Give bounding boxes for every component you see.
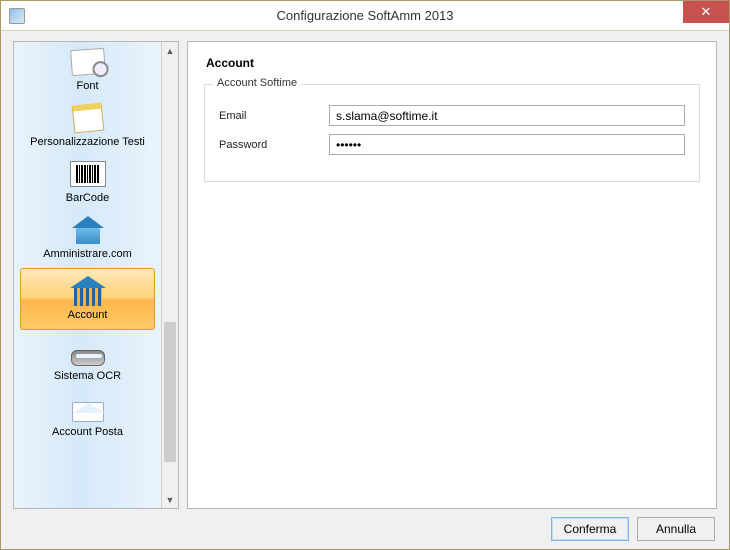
content-area: Font Personalizzazione Testi BarCode xyxy=(1,31,729,549)
email-field[interactable] xyxy=(329,105,685,126)
sidebar-item-label: Sistema OCR xyxy=(18,370,157,382)
email-label: Email xyxy=(219,110,329,122)
sidebar-item-label: Account xyxy=(25,309,150,321)
scanner-icon xyxy=(68,336,108,368)
account-icon xyxy=(68,275,108,307)
house-icon xyxy=(68,214,108,246)
scroll-thumb[interactable] xyxy=(164,322,176,462)
sidebar-container: Font Personalizzazione Testi BarCode xyxy=(13,41,179,509)
sidebar-item-label: Account Posta xyxy=(18,426,157,438)
password-label: Password xyxy=(219,139,329,151)
main-panel: Account Account Softime Email Password xyxy=(187,41,717,509)
sidebar-item-font[interactable]: Font xyxy=(14,42,161,98)
notes-icon xyxy=(68,102,108,134)
cancel-button[interactable]: Annulla xyxy=(637,517,715,541)
sidebar-item-account-posta[interactable]: Account Posta xyxy=(14,388,161,444)
window-title: Configurazione SoftAmm 2013 xyxy=(1,8,729,23)
sidebar-item-account[interactable]: Account xyxy=(20,268,155,330)
password-row: Password xyxy=(219,134,685,155)
dialog-footer: Conferma Annulla xyxy=(13,509,717,541)
confirm-button[interactable]: Conferma xyxy=(551,517,629,541)
sidebar-item-personalizzazione-testi[interactable]: Personalizzazione Testi xyxy=(14,98,161,154)
sidebar-item-label: Amministrare.com xyxy=(18,248,157,260)
sidebar-item-barcode[interactable]: BarCode xyxy=(14,154,161,210)
scroll-up-icon[interactable]: ▲ xyxy=(162,42,178,59)
main-row: Font Personalizzazione Testi BarCode xyxy=(13,41,717,509)
barcode-icon xyxy=(68,158,108,190)
account-softime-fieldset: Account Softime Email Password xyxy=(204,84,700,182)
close-button[interactable]: ✕ xyxy=(683,1,729,23)
sidebar-item-label: Font xyxy=(18,80,157,92)
font-icon xyxy=(68,46,108,78)
close-icon: ✕ xyxy=(701,4,712,20)
sidebar-item-sistema-ocr[interactable]: Sistema OCR xyxy=(14,332,161,388)
titlebar: Configurazione SoftAmm 2013 ✕ xyxy=(1,1,729,31)
sidebar: Font Personalizzazione Testi BarCode xyxy=(14,42,161,508)
sidebar-scrollbar[interactable]: ▲ ▼ xyxy=(161,42,178,508)
email-row: Email xyxy=(219,105,685,126)
mail-icon xyxy=(68,392,108,424)
scroll-down-icon[interactable]: ▼ xyxy=(162,491,178,508)
fieldset-legend: Account Softime xyxy=(213,77,301,89)
sidebar-item-amministrare[interactable]: Amministrare.com xyxy=(14,210,161,266)
sidebar-item-label: BarCode xyxy=(18,192,157,204)
sidebar-item-label: Personalizzazione Testi xyxy=(18,136,157,148)
app-icon xyxy=(9,8,25,24)
password-field[interactable] xyxy=(329,134,685,155)
panel-heading: Account xyxy=(206,56,700,70)
config-window: Configurazione SoftAmm 2013 ✕ Font Perso… xyxy=(0,0,730,550)
